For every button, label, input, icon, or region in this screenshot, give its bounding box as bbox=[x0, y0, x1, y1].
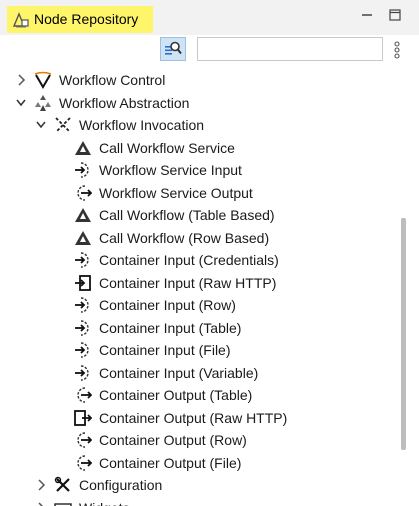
container-input-icon bbox=[75, 319, 89, 336]
tree-item-label: Widgets bbox=[79, 500, 130, 506]
chevron-right-icon[interactable] bbox=[35, 501, 47, 506]
configuration-icon bbox=[54, 476, 70, 492]
tree-item-label: Container Output (Row) bbox=[99, 432, 247, 448]
tree-node-item[interactable]: Container Input (Table) bbox=[0, 317, 398, 339]
tree-node-item[interactable]: Call Workflow Service bbox=[0, 137, 398, 159]
chevron-right-icon[interactable] bbox=[35, 478, 47, 492]
minimize-icon[interactable] bbox=[360, 8, 374, 22]
tree-item-label: Workflow Abstraction bbox=[59, 94, 190, 111]
node-repository-icon bbox=[12, 12, 29, 28]
tree-node-item[interactable]: Container Output (Table) bbox=[0, 384, 398, 406]
tree-item-label: Call Workflow Service bbox=[99, 139, 235, 156]
chevron-down-icon[interactable] bbox=[35, 118, 47, 132]
widgets-icon bbox=[54, 502, 72, 506]
tree-node-item[interactable]: Call Workflow (Table Based) bbox=[0, 204, 398, 226]
tree-node-item[interactable]: Container Input (Raw HTTP) bbox=[0, 272, 398, 294]
raw-http-input-icon bbox=[75, 274, 91, 291]
chevron-right-icon[interactable] bbox=[15, 73, 27, 87]
tree-category[interactable]: Widgets bbox=[0, 497, 398, 506]
tree-node-item[interactable]: Container Input (File) bbox=[0, 339, 398, 361]
search-icon bbox=[165, 41, 182, 55]
tree-node-item[interactable]: Container Output (Raw HTTP) bbox=[0, 407, 398, 429]
tree-node-item[interactable]: Container Output (Row) bbox=[0, 429, 398, 451]
search-input[interactable] bbox=[197, 37, 383, 61]
container-input-icon bbox=[75, 252, 89, 268]
node-repository-tab[interactable]: Node Repository bbox=[7, 6, 153, 33]
workflow-invocation-icon bbox=[55, 117, 71, 133]
tree-node-item[interactable]: Container Input (Credentials) bbox=[0, 249, 398, 271]
tree-item-label: Call Workflow (Table Based) bbox=[99, 207, 275, 223]
tree-item-label: Container Input (Row) bbox=[99, 297, 236, 313]
chevron-down-icon[interactable] bbox=[15, 96, 27, 110]
tree-node-item[interactable]: Container Input (Variable) bbox=[0, 362, 398, 384]
container-output-icon bbox=[77, 387, 92, 403]
call-workflow-icon bbox=[75, 208, 91, 222]
raw-http-output-icon bbox=[74, 409, 92, 426]
tree-node-item[interactable]: Workflow Service Output bbox=[0, 182, 398, 204]
node-tree: Workflow Control Workflow Abstraction Work… bbox=[0, 66, 398, 506]
tree-item-label: Workflow Service Input bbox=[99, 162, 242, 178]
container-output-icon bbox=[77, 432, 92, 448]
tree-node-item[interactable]: Call Workflow (Row Based) bbox=[0, 227, 398, 249]
workflow-abstraction-icon bbox=[35, 94, 51, 111]
container-output-icon bbox=[77, 454, 92, 471]
tree-item-label: Container Input (File) bbox=[99, 342, 231, 358]
tree-item-label: Workflow Service Output bbox=[99, 184, 253, 201]
tree-item-label: Workflow Invocation bbox=[79, 117, 205, 133]
service-input-icon bbox=[75, 162, 89, 178]
tree-item-label: Container Output (File) bbox=[99, 454, 242, 471]
container-input-icon bbox=[75, 342, 89, 358]
tree-item-label: Container Input (Table) bbox=[99, 319, 242, 336]
tree-item-label: Container Input (Variable) bbox=[99, 364, 259, 381]
more-options-icon[interactable] bbox=[390, 39, 404, 61]
tree-category[interactable]: Workflow Control bbox=[0, 69, 398, 91]
tab-title: Node Repository bbox=[34, 11, 139, 27]
search-toolbar bbox=[0, 35, 419, 65]
scrollbar-thumb[interactable] bbox=[401, 218, 406, 450]
tree-item-label: Configuration bbox=[79, 477, 163, 493]
tree-node-item[interactable]: Container Input (Row) bbox=[0, 294, 398, 316]
tree-node-item[interactable]: Workflow Service Input bbox=[0, 159, 398, 181]
panel-title-bar: Node Repository bbox=[0, 0, 419, 35]
maximize-icon[interactable] bbox=[388, 8, 402, 22]
workflow-control-icon bbox=[34, 71, 52, 89]
tree-category[interactable]: Configuration bbox=[0, 474, 398, 496]
container-input-icon bbox=[75, 297, 89, 313]
container-input-icon bbox=[75, 364, 89, 381]
tree-item-label: Workflow Control bbox=[59, 72, 166, 88]
call-workflow-icon bbox=[75, 230, 91, 245]
search-filter-button[interactable] bbox=[160, 37, 186, 61]
service-output-icon bbox=[77, 184, 92, 201]
node-repository-panel: Node Repository Workflow Control Workflo… bbox=[0, 0, 419, 506]
tree-category[interactable]: Workflow Invocation bbox=[0, 114, 398, 136]
tree-item-label: Container Output (Table) bbox=[99, 387, 253, 403]
tree-category[interactable]: Workflow Abstraction bbox=[0, 92, 398, 114]
tree-item-label: Container Input (Raw HTTP) bbox=[99, 274, 277, 291]
call-workflow-icon bbox=[75, 140, 91, 155]
tree-item-label: Container Input (Credentials) bbox=[99, 252, 279, 268]
tree-item-label: Call Workflow (Row Based) bbox=[99, 229, 270, 246]
tree-node-item[interactable]: Container Output (File) bbox=[0, 452, 398, 474]
tree-item-label: Container Output (Raw HTTP) bbox=[99, 409, 288, 426]
